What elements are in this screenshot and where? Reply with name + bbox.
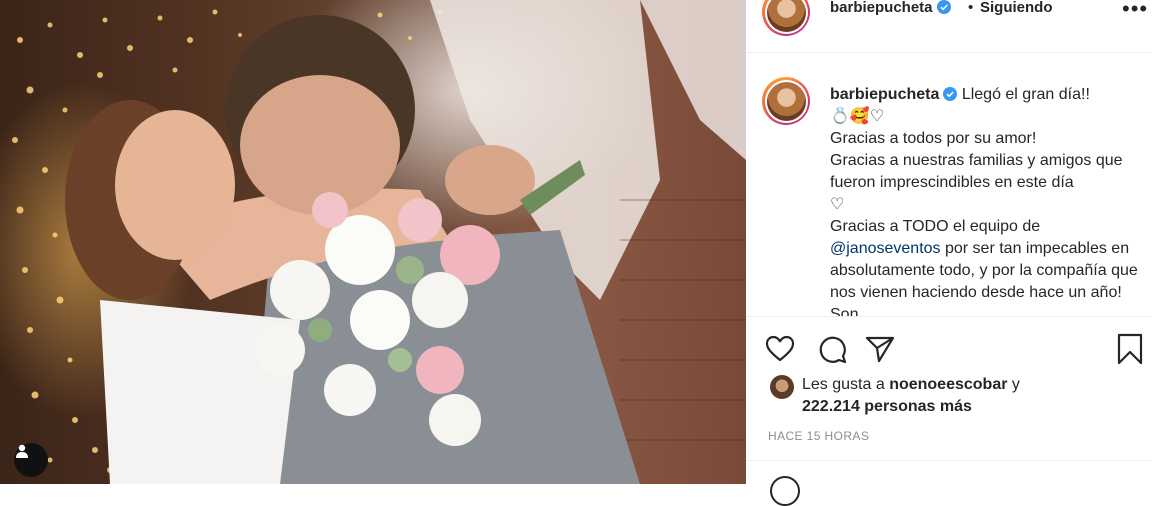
liker-username[interactable]: noenoeescobar	[889, 376, 1007, 393]
following-button[interactable]: Siguiendo	[980, 0, 1053, 16]
heart-outline-icon[interactable]	[764, 333, 796, 365]
caption-line-1: Llegó el gran día!!	[961, 86, 1090, 103]
likes-line-1: Les gusta a noenoeescobar y	[802, 376, 1020, 393]
wedding-photo	[12, 0, 746, 484]
post-side-panel: barbiepucheta • Siguiendo ••• barbiepuch…	[746, 0, 1152, 506]
verified-badge-icon	[936, 0, 951, 14]
caption-emojis: 💍🥰♡	[830, 108, 885, 125]
caption-line-4-prefix: Gracias a TODO el equipo de	[830, 218, 1041, 235]
paper-plane-icon[interactable]	[864, 333, 896, 365]
author-avatar[interactable]	[762, 0, 810, 36]
caption-username[interactable]: barbiepucheta	[830, 86, 939, 103]
caption-area: barbiepucheta Llegó el gran día!! 💍🥰♡ Gr…	[746, 53, 1152, 316]
caption-avatar[interactable]	[762, 77, 810, 125]
caption-text: barbiepucheta Llegó el gran día!! 💍🥰♡ Gr…	[830, 84, 1140, 316]
emoji-icon[interactable]	[770, 476, 800, 506]
verified-badge-icon	[943, 87, 958, 101]
user-tag-icon[interactable]	[14, 443, 48, 477]
mention-link[interactable]: @janoseventos	[830, 240, 941, 257]
bookmark-icon[interactable]	[1114, 333, 1146, 365]
comment-bubble-icon[interactable]	[816, 333, 848, 365]
post-actions	[746, 316, 1152, 377]
comment-divider	[746, 460, 1152, 461]
more-options-icon[interactable]: •••	[1122, 0, 1148, 22]
caption-line-3: Gracias a nuestras familias y amigos que…	[830, 152, 1123, 191]
liker-avatar[interactable]	[770, 375, 794, 399]
post-photo[interactable]	[0, 0, 746, 484]
author-username[interactable]: barbiepucheta	[830, 0, 951, 16]
post-timestamp[interactable]: HACE 15 HORAS	[768, 429, 869, 443]
post-header: barbiepucheta • Siguiendo •••	[746, 0, 1152, 53]
likes-summary: Les gusta a noenoeescobar y 222.214 pers…	[746, 372, 1152, 422]
caption-heart: ♡	[830, 196, 845, 213]
likes-count[interactable]: 222.214 personas más	[802, 398, 972, 416]
caption-line-2: Gracias a todos por su amor!	[830, 130, 1037, 147]
header-separator: •	[968, 0, 974, 16]
